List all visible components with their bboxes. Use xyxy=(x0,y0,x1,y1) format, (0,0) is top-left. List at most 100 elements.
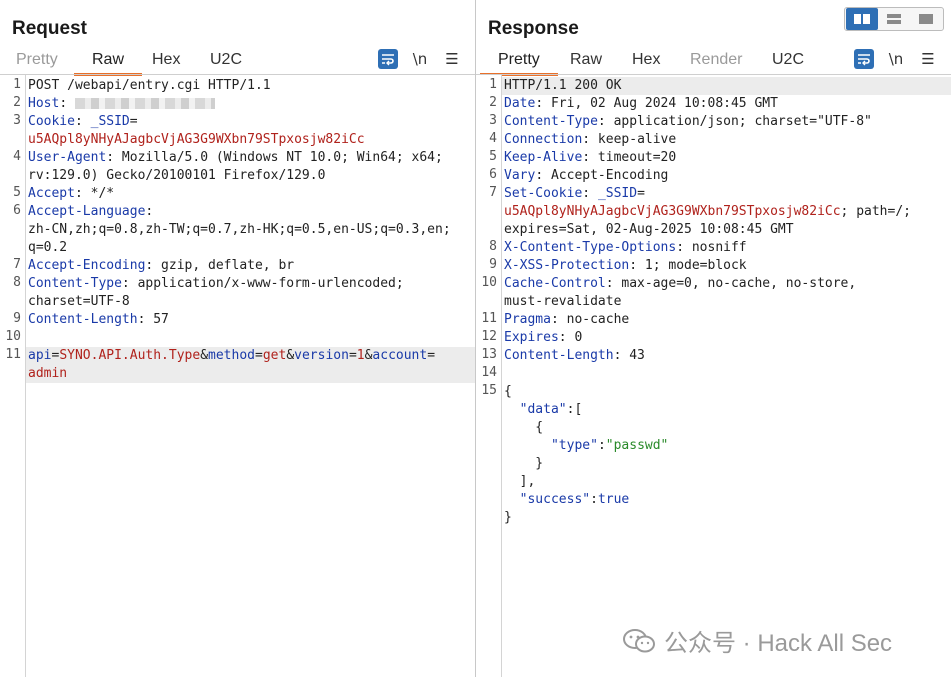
code-line: } xyxy=(476,455,951,473)
tab-pretty[interactable]: Pretty xyxy=(480,48,558,76)
code-line: zh-CN,zh;q=0.8,zh-TW;q=0.7,zh-HK;q=0.5,e… xyxy=(0,221,475,239)
code-text: { xyxy=(504,420,544,435)
request-editor[interactable]: 1 POST /webapi/entry.cgi HTTP/1.1 2 Host: 3… xyxy=(0,75,475,677)
line-number: 14 xyxy=(481,365,497,380)
line-number: 5 xyxy=(13,185,21,200)
code-line: 1 POST /webapi/entry.cgi HTTP/1.1 xyxy=(0,77,475,95)
code-text: rv:129.0) Gecko/20100101 Firefox/129.0 xyxy=(28,168,326,183)
tab-u2c[interactable]: U2C xyxy=(206,48,246,72)
code-line: 15 { xyxy=(476,383,951,401)
code-text: X-XSS-Protection: 1; mode=block xyxy=(504,258,747,273)
code-line: ], xyxy=(476,473,951,491)
line-number: 10 xyxy=(5,329,21,344)
code-line: 5 Keep-Alive: timeout=20 xyxy=(476,149,951,167)
code-line: 11 api=SYNO.API.Auth.Type&method=get&vers… xyxy=(5,347,475,365)
code-text: Set-Cookie: _SSID= xyxy=(504,186,645,201)
code-text: ], xyxy=(504,474,536,489)
line-number: 3 xyxy=(13,113,21,128)
response-editor[interactable]: 1 HTTP/1.1 200 OK 2 Date: Fri, 02 Aug 2024 … xyxy=(476,75,951,677)
tab-u2c[interactable]: U2C xyxy=(768,48,808,72)
code-line: 4 Connection: keep-alive xyxy=(476,131,951,149)
request-title: Request xyxy=(12,18,87,39)
code-text: Cookie: _SSID= xyxy=(28,114,138,129)
newline-toggle-button[interactable]: \n xyxy=(410,49,430,69)
code-line: expires=Sat, 02-Aug-2025 10:08:45 GMT xyxy=(476,221,951,239)
code-line: 10 Cache-Control: max-age=0, no-cache, no… xyxy=(476,275,951,293)
tab-pretty[interactable]: Pretty xyxy=(12,48,62,72)
tab-hex[interactable]: Hex xyxy=(148,48,184,72)
response-title: Response xyxy=(488,18,579,39)
code-line: 13 Content-Length: 43 xyxy=(476,347,951,365)
line-number: 9 xyxy=(13,311,21,326)
code-text: POST /webapi/entry.cgi HTTP/1.1 xyxy=(28,78,271,93)
code-line: 9 X-XSS-Protection: 1; mode=block xyxy=(476,257,951,275)
tab-raw[interactable]: Raw xyxy=(73,48,143,76)
code-line: 4 User-Agent: Mozilla/5.0 (Windows NT 10.… xyxy=(0,149,475,167)
code-line: rv:129.0) Gecko/20100101 Firefox/129.0 xyxy=(0,167,475,185)
code-text: api=SYNO.API.Auth.Type&method=get&versio… xyxy=(28,348,436,363)
code-line: 8 Content-Type: application/x-www-form-ur… xyxy=(0,275,475,293)
code-text: Content-Length: 43 xyxy=(504,348,645,363)
code-line: 14 xyxy=(476,365,951,383)
code-line: 12 Expires: 0 xyxy=(476,329,951,347)
line-number: 11 xyxy=(481,311,497,326)
tab-raw[interactable]: Raw xyxy=(566,48,606,72)
line-number: 2 xyxy=(489,95,497,110)
code-text: { xyxy=(504,384,512,399)
line-number: 2 xyxy=(13,95,21,110)
code-line: "success":true xyxy=(476,491,951,509)
code-text: "success":true xyxy=(519,492,630,507)
code-text: "data":[ xyxy=(519,402,583,417)
code-line: 9 Content-Length: 57 xyxy=(0,311,475,329)
code-line: 3 Cookie: _SSID= xyxy=(0,113,475,131)
side-by-side-layout-button[interactable] xyxy=(846,8,878,30)
code-text: Accept-Language: xyxy=(28,204,154,219)
code-text: admin xyxy=(28,366,68,381)
single-pane-layout-button[interactable] xyxy=(910,8,942,30)
code-line: 8 X-Content-Type-Options: nosniff xyxy=(476,239,951,257)
tab-render[interactable]: Render xyxy=(686,48,746,72)
request-pane: Request Pretty Raw Hex U2C \n ☰ 1 POST /w… xyxy=(0,0,476,677)
code-text: charset=UTF-8 xyxy=(28,294,130,309)
line-number: 9 xyxy=(489,257,497,272)
stacked-layout-button[interactable] xyxy=(878,8,910,30)
watermark: 公众号 · Hack All Sec xyxy=(622,623,892,658)
code-line: 7 Accept-Encoding: gzip, deflate, br xyxy=(0,257,475,275)
code-line: 2 Date: Fri, 02 Aug 2024 10:08:45 GMT xyxy=(476,95,951,113)
code-text: Cache-Control: max-age=0, no-cache, no-s… xyxy=(504,276,857,291)
code-line: 2 Host: xyxy=(0,95,475,113)
code-text: q=0.2 xyxy=(28,240,68,255)
code-line: q=0.2 xyxy=(0,239,475,257)
code-line: "data":[ xyxy=(476,401,951,419)
line-number: 1 xyxy=(489,77,497,92)
line-number: 10 xyxy=(481,275,497,290)
line-number: 7 xyxy=(489,185,497,200)
code-text: Date: Fri, 02 Aug 2024 10:08:45 GMT xyxy=(504,96,778,111)
code-line: 11 Pragma: no-cache xyxy=(476,311,951,329)
line-number: 5 xyxy=(489,149,497,164)
code-text: Expires: 0 xyxy=(504,330,583,345)
code-text: } xyxy=(504,510,512,525)
code-text: Accept: */* xyxy=(28,186,115,201)
code-line: u5AQpl8yNHyAJagbcVjAG3G9WXbn79STpxosjw82… xyxy=(0,131,475,149)
code-text: Keep-Alive: timeout=20 xyxy=(504,150,677,165)
code-line: 1 HTTP/1.1 200 OK xyxy=(489,77,951,95)
redacted-host xyxy=(74,98,215,109)
code-line: 10 xyxy=(0,329,475,347)
menu-icon[interactable]: ☰ xyxy=(918,49,938,69)
code-line: 7 Set-Cookie: _SSID= xyxy=(476,185,951,203)
code-text: u5AQpl8yNHyAJagbcVjAG3G9WXbn79STpxosjw82… xyxy=(504,204,911,219)
line-number: 15 xyxy=(481,383,497,398)
code-text: Content-Type: application/x-www-form-url… xyxy=(28,276,404,291)
line-number: 8 xyxy=(13,275,21,290)
wrap-lines-button[interactable] xyxy=(854,49,874,69)
line-number: 4 xyxy=(489,131,497,146)
code-text: User-Agent: Mozilla/5.0 (Windows NT 10.0… xyxy=(28,150,443,165)
code-line: must-revalidate xyxy=(476,293,951,311)
menu-icon[interactable]: ☰ xyxy=(442,49,462,69)
wrap-lines-button[interactable] xyxy=(378,49,398,69)
code-text: Content-Length: 57 xyxy=(28,312,169,327)
tab-hex[interactable]: Hex xyxy=(628,48,664,72)
newline-toggle-button[interactable]: \n xyxy=(886,49,906,69)
line-number: 12 xyxy=(481,329,497,344)
